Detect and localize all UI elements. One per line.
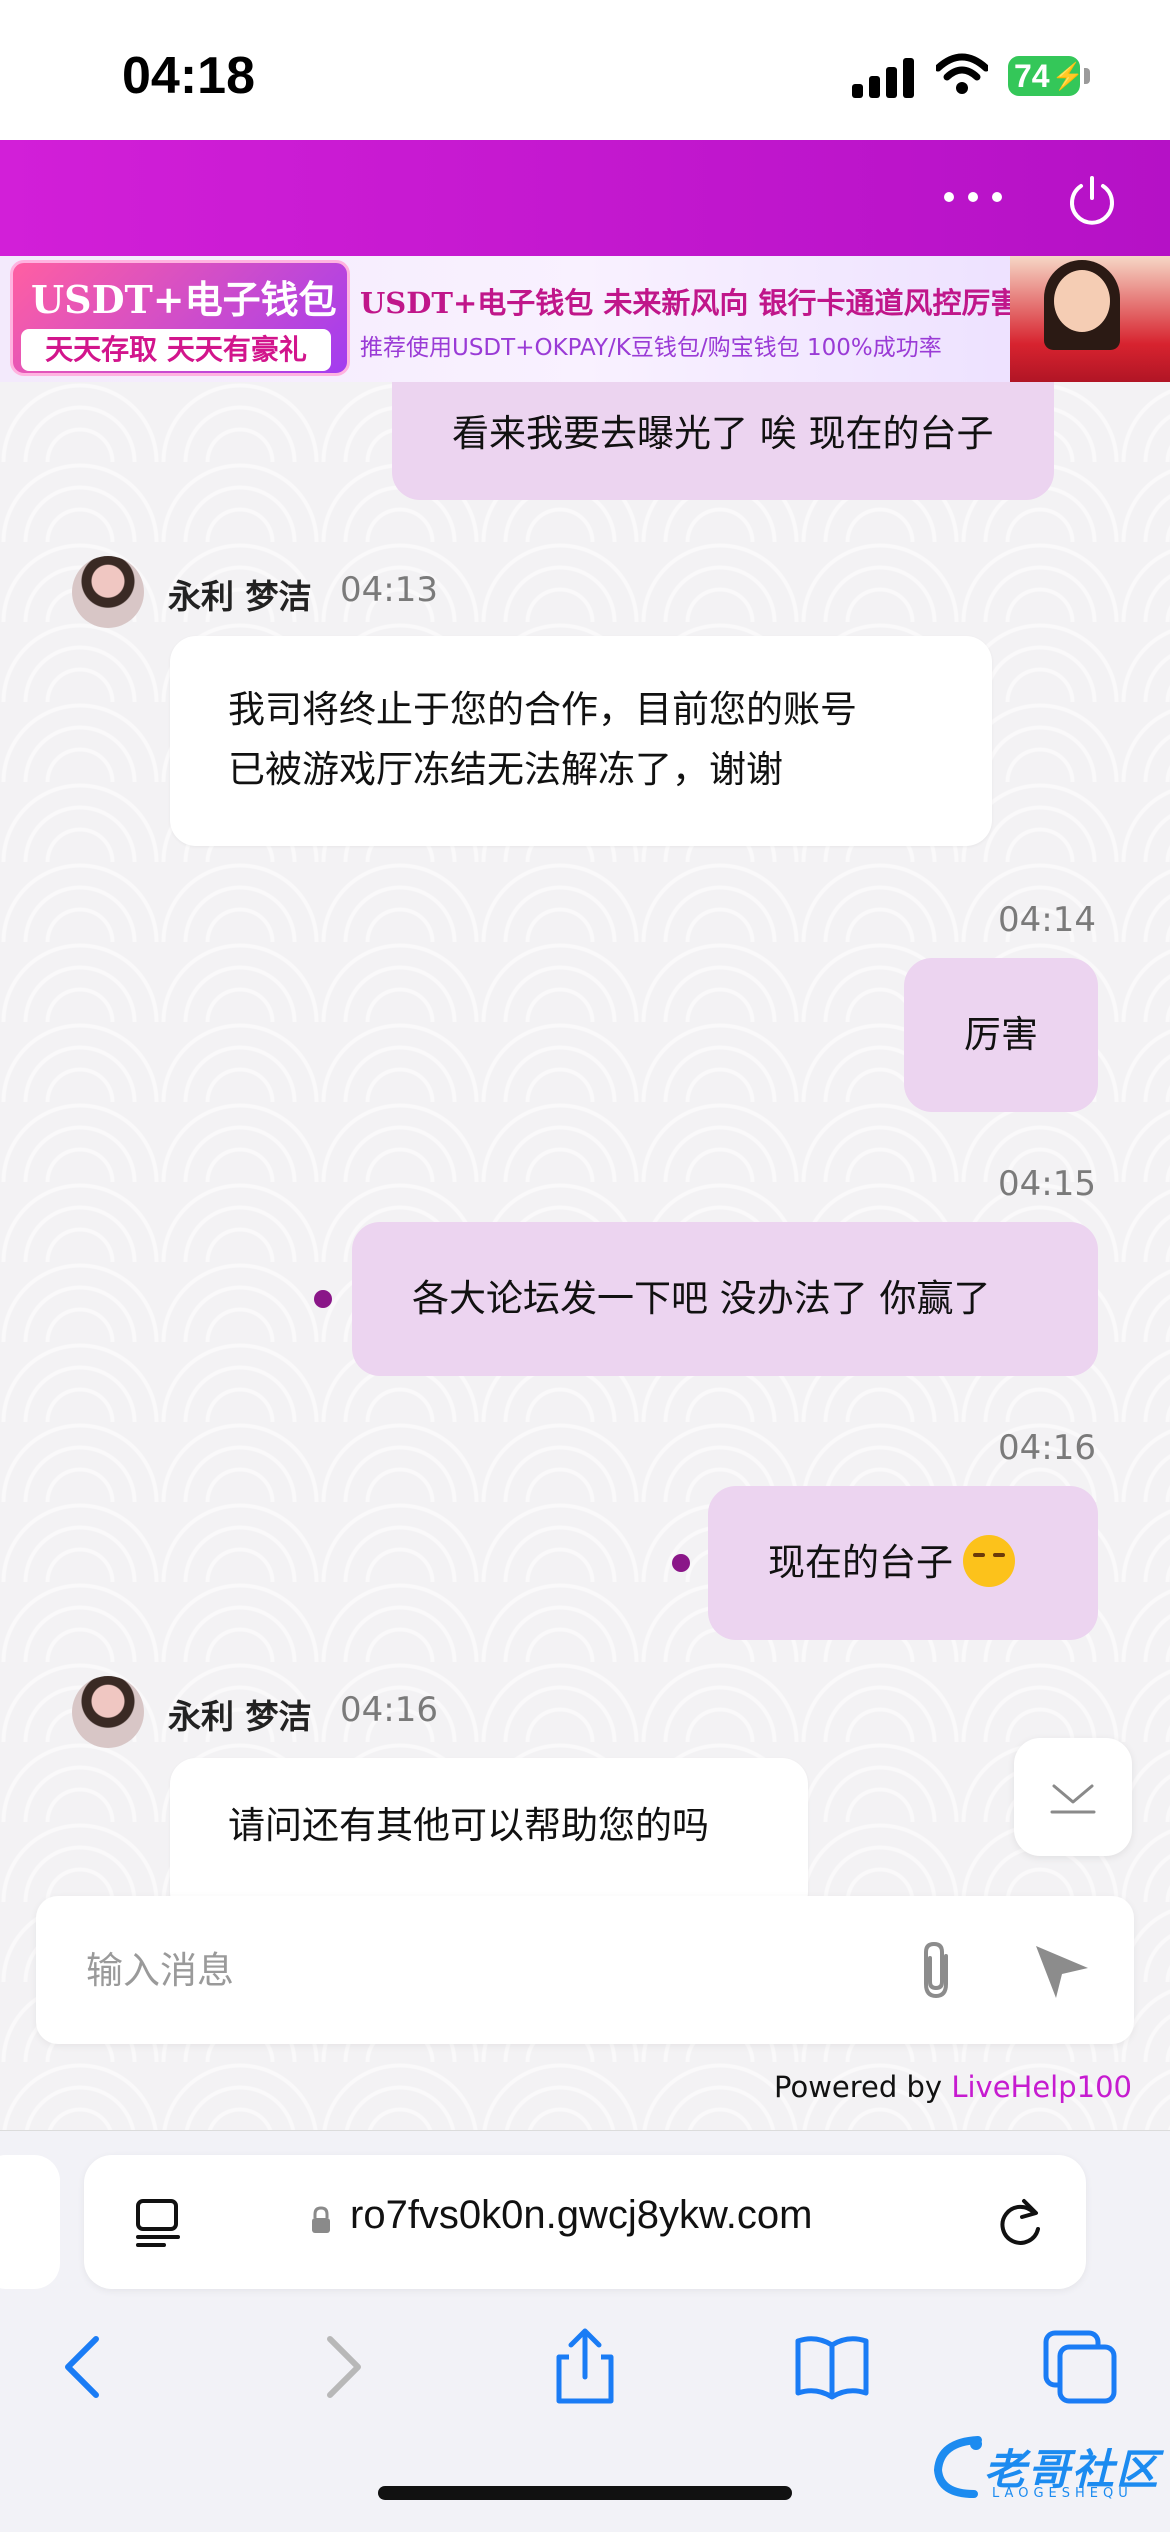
scroll-to-bottom-button[interactable] (1014, 1738, 1132, 1856)
outgoing-message: 各大论坛发一下吧 没办法了 你赢了 (352, 1222, 1098, 1376)
powered-by-prefix: Powered by (774, 2070, 952, 2104)
banner-headline: USDT+电子钱包 未来新风向 银行卡通道风控厉害 (360, 286, 1020, 320)
bookmarks-icon[interactable] (792, 2327, 872, 2407)
relieved-face-emoji-icon (963, 1534, 1015, 1587)
message-time: 04:13 (340, 570, 438, 610)
page-menu-icon[interactable] (134, 2197, 182, 2247)
message-time: 04:15 (998, 1164, 1096, 1204)
outgoing-message: 看来我要去曝光了 唉 现在的台子 (392, 382, 1054, 500)
outgoing-message: 现在的台子 (708, 1486, 1098, 1640)
agent-avatar (72, 556, 144, 628)
url-text: ro7fvs0k0n.gwcj8ykw.com (350, 2193, 813, 2237)
banner-badge-subtitle: 天天存取 天天有豪礼 (21, 329, 331, 371)
message-text: 各大论坛发一下吧 没办法了 你赢了 (412, 1277, 991, 1320)
message-text: 请问还有其他可以帮助您的吗 (228, 1804, 709, 1847)
incoming-message: 请问还有其他可以帮助您的吗 (170, 1758, 808, 1918)
chevron-down-icon (1050, 1784, 1096, 1814)
message-text-line: 我司将终止于您的合作，目前您的账号 (228, 688, 857, 731)
back-icon[interactable] (46, 2327, 126, 2407)
message-text: 厉害 (964, 1013, 1038, 1056)
home-indicator (378, 2486, 792, 2500)
banner-model-image (1010, 256, 1170, 382)
battery-level: 74 (1014, 57, 1050, 94)
message-text: 看来我要去曝光了 唉 现在的台子 (452, 412, 994, 455)
message-text: 现在的台子 (768, 1541, 953, 1584)
banner-badge: USDT+电子钱包 天天存取 天天有豪礼 (10, 260, 350, 376)
battery-cap (1084, 68, 1090, 84)
delivery-status-dot (314, 1290, 332, 1308)
dragon-logo-icon (933, 2436, 982, 2498)
status-time: 04:18 (122, 47, 255, 105)
message-time: 04:14 (998, 900, 1096, 940)
cellular-signal-icon (852, 56, 916, 98)
powered-by: Powered by LiveHelp100 (774, 2070, 1132, 2104)
power-icon[interactable] (1066, 174, 1118, 226)
message-time: 04:16 (340, 1690, 438, 1730)
more-options-icon[interactable] (944, 192, 1004, 206)
chat-header (0, 140, 1170, 256)
banner-badge-title: USDT+电子钱包 (31, 277, 337, 322)
message-composer (36, 1896, 1134, 2044)
watermark-logo: 老哥社区 LAOGESHEQU (930, 2432, 1160, 2502)
chat-messages[interactable]: 看来我要去曝光了 唉 现在的台子 永利 梦洁 04:13 我司将终止于您的合作，… (0, 382, 1170, 2132)
powered-by-link[interactable]: LiveHelp100 (951, 2070, 1132, 2104)
tabs-icon[interactable] (1040, 2327, 1120, 2407)
watermark-subtext: LAOGESHEQU (992, 2486, 1133, 2501)
paperclip-icon[interactable] (908, 1938, 964, 2004)
wifi-icon (936, 53, 988, 94)
address-bar[interactable]: ro7fvs0k0n.gwcj8ykw.com (84, 2155, 1086, 2289)
outgoing-message: 厉害 (904, 958, 1098, 1112)
message-input[interactable] (86, 1936, 886, 2004)
send-icon[interactable] (1030, 1940, 1094, 2002)
delivery-status-dot (672, 1554, 690, 1572)
forward-icon[interactable] (300, 2327, 380, 2407)
lock-icon (312, 2206, 330, 2233)
message-time: 04:16 (998, 1428, 1096, 1468)
reload-icon[interactable] (994, 2195, 1046, 2251)
incoming-message: 我司将终止于您的合作，目前您的账号 已被游戏厅冻结无法解冻了，谢谢 (170, 636, 992, 846)
sender-name: 永利 梦洁 (168, 1697, 312, 1736)
banner-subtext: 推荐使用USDT+OKPAY/K豆钱包/购宝钱包 100%成功率 (360, 335, 942, 361)
status-bar: 04:18 74 ⚡ (0, 0, 1170, 140)
sender-name: 永利 梦洁 (168, 577, 312, 616)
promo-banner[interactable]: USDT+电子钱包 天天存取 天天有豪礼 USDT+电子钱包 未来新风向 银行卡… (0, 256, 1170, 382)
previous-tab-peek[interactable] (0, 2155, 60, 2289)
agent-avatar (72, 1676, 144, 1748)
battery-icon: 74 ⚡ (1008, 56, 1084, 96)
message-text-line: 已被游戏厅冻结无法解冻了，谢谢 (228, 748, 783, 791)
share-icon[interactable] (545, 2327, 625, 2407)
